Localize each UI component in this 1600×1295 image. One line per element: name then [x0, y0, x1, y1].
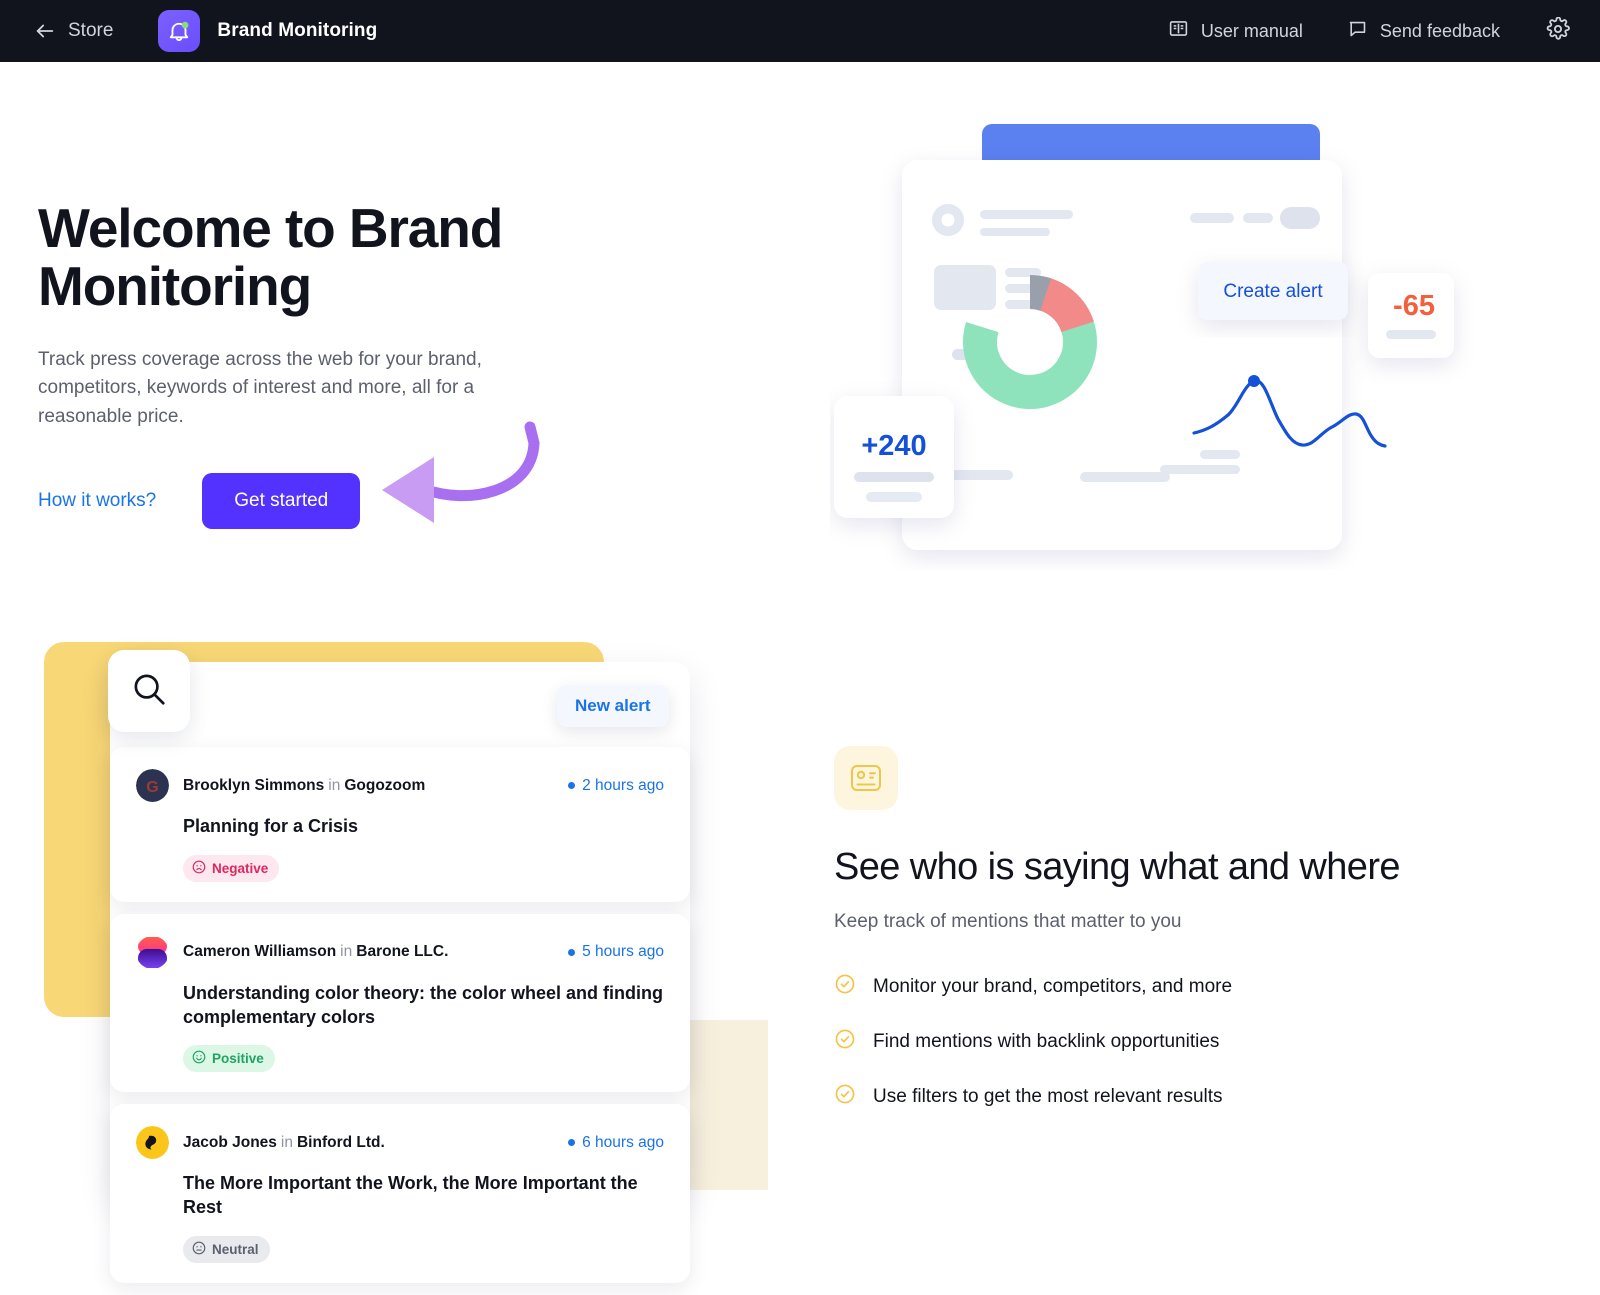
- list-item-label: Monitor your brand, competitors, and mor…: [873, 976, 1233, 997]
- mention-header: G Brooklyn Simmons in Gogozoom 2 hours a…: [136, 769, 664, 802]
- list-item: Use filters to get the most relevant res…: [834, 1083, 1534, 1111]
- mention-time: 2 hours ago: [568, 777, 664, 795]
- decorative-cream-shape-2: [693, 1050, 768, 1190]
- feature-subtitle: Keep track of mentions that matter to yo…: [834, 911, 1182, 932]
- list-item: Find mentions with backlink opportunitie…: [834, 1028, 1534, 1056]
- search-button[interactable]: [108, 650, 190, 732]
- status-badge-label: Positive: [212, 1051, 264, 1067]
- metric-positive-chip: +240: [834, 396, 954, 518]
- status-badge: Positive: [183, 1045, 275, 1073]
- check-circle-icon: [834, 1083, 856, 1111]
- mention-title: Planning for a Crisis: [183, 816, 359, 836]
- mention-time-label: 6 hours ago: [582, 1133, 664, 1151]
- mention-title: The More Important the Work, the More Im…: [183, 1173, 638, 1217]
- mention-header: Jacob Jones in Binford Ltd. 6 hours ago: [136, 1126, 664, 1160]
- how-it-works-link[interactable]: How it works?: [38, 490, 156, 512]
- mention-author: Brooklyn Simmons: [183, 776, 325, 794]
- mentions-list: G Brooklyn Simmons in Gogozoom 2 hours a…: [110, 747, 690, 1295]
- svg-text:+240: +240: [861, 430, 926, 462]
- status-badge-label: Neutral: [212, 1241, 259, 1257]
- metric-negative-chip: -65: [1368, 273, 1454, 358]
- mention-time: 5 hours ago: [568, 943, 664, 961]
- sentiment-negative-icon: [192, 860, 206, 877]
- hero-section: Welcome to Brand Monitoring Track press …: [38, 197, 658, 529]
- svg-text:G: G: [146, 779, 158, 796]
- status-dot: [568, 782, 576, 789]
- bell-alert-icon: [158, 10, 201, 52]
- check-circle-icon: [834, 973, 856, 1001]
- mention-author: Cameron Williamson: [183, 943, 337, 961]
- user-manual-button[interactable]: User manual: [1146, 18, 1325, 44]
- hero-actions: How it works? Get started: [38, 473, 658, 529]
- mention-in-word: in: [280, 1133, 293, 1151]
- avatar: [136, 1126, 169, 1160]
- feature-bullet-list: Monitor your brand, competitors, and mor…: [834, 973, 1534, 1111]
- status-badge: Neutral: [183, 1235, 270, 1263]
- create-alert-chip: Create alert: [1198, 262, 1348, 320]
- contact-card-icon: [834, 746, 898, 810]
- get-started-button[interactable]: Get started: [202, 473, 361, 529]
- status-dot: [568, 1139, 576, 1147]
- gear-icon: [1546, 16, 1570, 46]
- check-circle-icon: [834, 1028, 856, 1056]
- hero-subtitle: Track press coverage across the web for …: [38, 348, 482, 427]
- mention-time-label: 5 hours ago: [582, 943, 664, 961]
- sentiment-positive-icon: [192, 1050, 206, 1067]
- avatar: [136, 936, 169, 969]
- send-feedback-button[interactable]: Send feedback: [1325, 18, 1522, 44]
- top-bar-right: User manual Send feedback: [1146, 16, 1576, 46]
- mention-time: 6 hours ago: [568, 1134, 664, 1152]
- mention-author: Jacob Jones: [183, 1133, 277, 1151]
- book-icon: [1168, 18, 1189, 44]
- top-bar-left: Store Brand Monitoring: [34, 10, 377, 52]
- back-to-store-link[interactable]: Store: [34, 20, 113, 42]
- mention-time-label: 2 hours ago: [582, 776, 664, 794]
- mention-source: Binford Ltd.: [296, 1133, 385, 1151]
- mention-card[interactable]: G Brooklyn Simmons in Gogozoom 2 hours a…: [110, 747, 690, 902]
- new-alert-button[interactable]: New alert: [557, 685, 669, 727]
- back-to-store-label: Store: [68, 20, 114, 41]
- mention-in-word: in: [328, 776, 341, 794]
- page-title: Welcome to Brand Monitoring: [38, 197, 503, 317]
- send-feedback-label: Send feedback: [1379, 20, 1500, 41]
- search-icon: [130, 670, 168, 713]
- list-item-label: Use filters to get the most relevant res…: [873, 1086, 1223, 1107]
- mentions-illustration: New alert G Brooklyn Simmons in Gogozoom…: [38, 630, 778, 1283]
- mention-source: Barone LLC.: [356, 943, 449, 961]
- mention-header: Cameron Williamson in Barone LLC. 5 hour…: [136, 936, 664, 969]
- app-title: Brand Monitoring: [217, 20, 378, 41]
- mention-card[interactable]: Cameron Williamson in Barone LLC. 5 hour…: [110, 913, 690, 1093]
- feature-section: See who is saying what and where Keep tr…: [834, 746, 1534, 1138]
- list-item-label: Find mentions with backlink opportunitie…: [873, 1031, 1220, 1052]
- status-badge: Negative: [183, 854, 280, 882]
- feature-title: See who is saying what and where: [834, 846, 1401, 888]
- user-manual-label: User manual: [1200, 20, 1303, 41]
- top-bar: Store Brand Monitoring User manual Send …: [0, 0, 1600, 62]
- status-badge-label: Negative: [212, 860, 269, 876]
- mention-source: Gogozoom: [344, 776, 426, 794]
- mention-card[interactable]: Jacob Jones in Binford Ltd. 6 hours ago …: [110, 1104, 690, 1283]
- dashboard-illustration: Create alert -65 +240: [830, 110, 1490, 570]
- avatar: G: [136, 769, 169, 802]
- arrow-left-icon: [34, 20, 56, 42]
- list-item: Monitor your brand, competitors, and mor…: [834, 973, 1534, 1001]
- mention-in-word: in: [340, 943, 353, 961]
- status-dot: [568, 948, 576, 956]
- svg-text:Create alert: Create alert: [1223, 281, 1323, 302]
- settings-button[interactable]: [1522, 16, 1576, 46]
- svg-text:-65: -65: [1393, 290, 1435, 322]
- sentiment-neutral-icon: [192, 1241, 206, 1258]
- speech-bubble-icon: [1347, 18, 1368, 44]
- mention-title: Understanding color theory: the color wh…: [183, 982, 664, 1027]
